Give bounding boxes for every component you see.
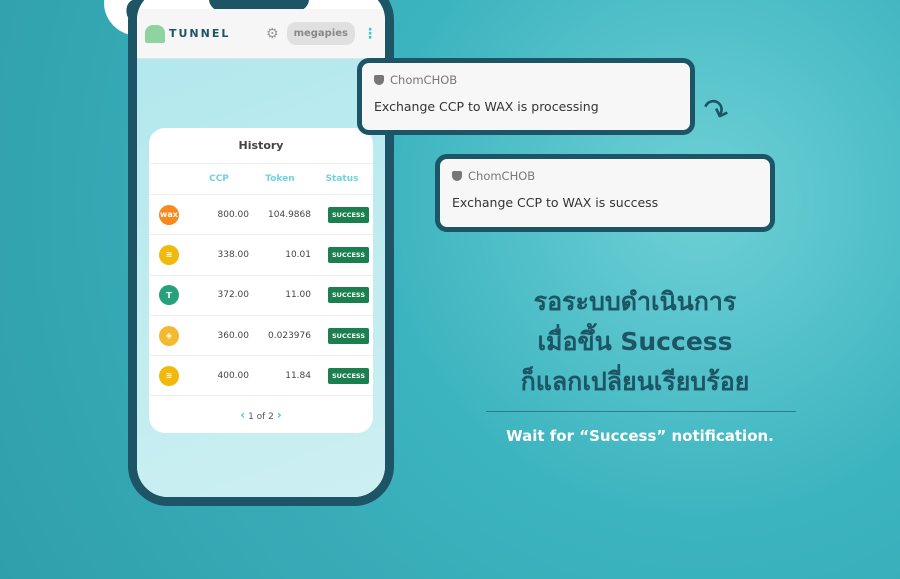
user-button[interactable]: megapies xyxy=(286,22,355,45)
app-header: TUNNEL ⚙ megapies ⋮ xyxy=(137,9,385,59)
history-title: History xyxy=(149,128,373,164)
prev-page-icon[interactable]: ‹ xyxy=(240,408,245,422)
history-card: History CCP Token Status wax 800.00 104.… xyxy=(149,128,373,433)
ccp-value: 360.00 xyxy=(217,330,250,341)
subtitle: Wait for “Success” notification. xyxy=(506,427,774,445)
status-badge: SUCCESS xyxy=(327,327,369,344)
token-value: 11.00 xyxy=(285,290,311,301)
ccp-value: 338.00 xyxy=(217,249,250,260)
curved-arrow-icon: ↷ xyxy=(696,88,735,134)
token-value: 0.023976 xyxy=(268,330,311,341)
app-screen: History CCP Token Status wax 800.00 104.… xyxy=(137,59,385,497)
token-value: 10.01 xyxy=(285,249,311,260)
token-value: 104.9868 xyxy=(268,209,311,220)
ccp-value: 800.00 xyxy=(217,209,250,220)
wax-coin-icon: wax xyxy=(159,204,179,225)
table-row: ≋ 338.00 10.01 SUCCESS xyxy=(149,235,373,276)
table-row: ≋ 400.00 11.84 SUCCESS xyxy=(149,356,373,397)
busd-coin-icon: ≋ xyxy=(159,244,179,265)
notification-success[interactable]: ChomCHOB Exchange CCP to WAX is success xyxy=(435,154,775,232)
app-icon xyxy=(452,171,462,181)
notification-processing[interactable]: ChomCHOB Exchange CCP to WAX is processi… xyxy=(357,58,695,135)
ccp-value: 372.00 xyxy=(217,290,250,301)
phone-mockup: TUNNEL ⚙ megapies ⋮ History CCP Token St… xyxy=(128,0,394,506)
usdt-coin-icon: T xyxy=(159,285,179,306)
table-row: T 372.00 11.00 SUCCESS xyxy=(149,276,373,316)
bnb-coin-icon: ◈ xyxy=(159,325,179,346)
next-page-icon[interactable]: › xyxy=(277,408,282,422)
table-header: CCP Token Status xyxy=(149,164,373,195)
col-token: Token xyxy=(265,174,295,184)
table-row: wax 800.00 104.9868 SUCCESS xyxy=(149,195,373,236)
gear-icon[interactable]: ⚙ xyxy=(266,26,279,42)
status-badge: SUCCESS xyxy=(327,246,369,263)
col-ccp: CCP xyxy=(209,174,229,184)
ccp-value: 400.00 xyxy=(217,370,250,381)
divider xyxy=(486,411,796,412)
app-icon xyxy=(374,75,384,85)
brand-logo[interactable]: TUNNEL xyxy=(145,24,230,43)
status-badge: SUCCESS xyxy=(327,287,369,304)
status-badge: SUCCESS xyxy=(327,206,369,223)
status-badge: SUCCESS xyxy=(327,367,369,384)
table-row: ◈ 360.00 0.023976 SUCCESS xyxy=(149,316,373,357)
headline: รอระบบดำเนินการ เมื่อขึ้น Success ก็แลกเ… xyxy=(520,287,750,396)
col-status: Status xyxy=(325,174,359,184)
busd-coin-icon: ≋ xyxy=(159,365,179,386)
pagination: ‹ 1 of 2 › xyxy=(240,408,282,423)
more-menu-icon[interactable]: ⋮ xyxy=(363,26,377,42)
token-value: 11.84 xyxy=(285,370,311,381)
tunnel-logo-icon xyxy=(145,24,165,43)
